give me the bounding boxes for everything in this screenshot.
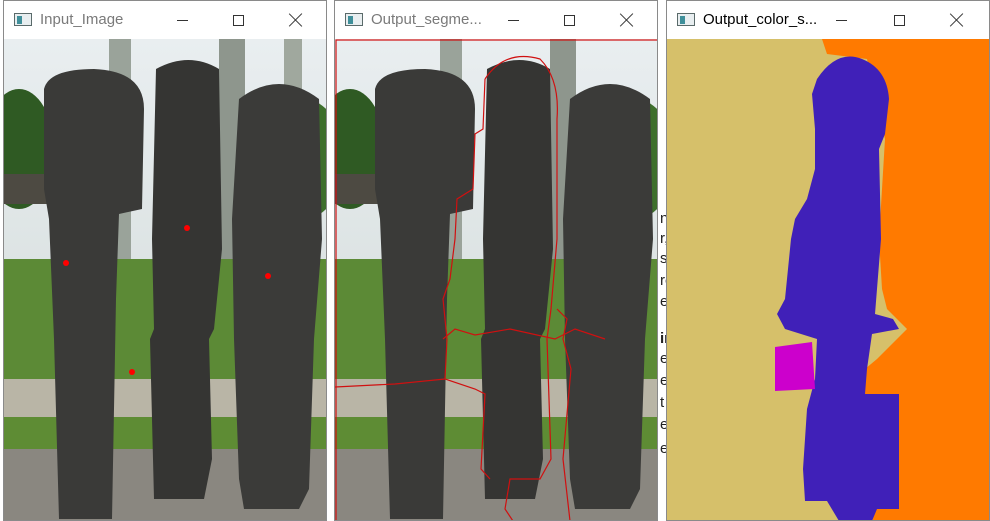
output-segmentation-canvas[interactable]: [335, 39, 657, 520]
window-app-icon: [677, 13, 695, 26]
minimize-button[interactable]: [499, 7, 527, 33]
output-color-segmentation-window[interactable]: Output_color_s...: [666, 0, 990, 521]
minimize-icon: [507, 19, 519, 21]
maximize-button[interactable]: [885, 7, 913, 33]
output-segmentation-window[interactable]: Output_segme...: [334, 0, 658, 521]
close-icon: [950, 13, 964, 27]
color-segmentation-image: [667, 39, 989, 520]
minimize-button[interactable]: [168, 7, 196, 33]
minimize-icon: [835, 19, 847, 21]
close-button[interactable]: [282, 7, 310, 33]
seed-point: [129, 369, 135, 375]
minimize-button[interactable]: [827, 7, 855, 33]
output-color-canvas[interactable]: [667, 39, 989, 520]
background-text-8: t: [660, 394, 665, 411]
input-image-canvas[interactable]: [4, 39, 326, 520]
maximize-icon: [563, 14, 575, 26]
window-title: Input_Image: [40, 11, 124, 28]
desktop: n r, s ro e ir e e t e er Input_Image: [0, 0, 990, 521]
window-title: Output_color_s...: [703, 11, 818, 28]
close-icon: [620, 13, 634, 27]
seed-point: [63, 260, 69, 266]
input-image-window[interactable]: Input_Image: [3, 0, 327, 521]
maximize-icon: [893, 14, 905, 26]
segment-magenta: [775, 342, 815, 391]
output-color-titlebar[interactable]: Output_color_s...: [667, 1, 989, 38]
maximize-button[interactable]: [224, 7, 252, 33]
minimize-icon: [176, 19, 188, 21]
output-segmentation-titlebar[interactable]: Output_segme...: [335, 1, 657, 38]
input-image: [4, 39, 326, 520]
maximize-icon: [232, 14, 244, 26]
seed-point: [265, 273, 271, 279]
window-app-icon: [345, 13, 363, 26]
close-button[interactable]: [613, 7, 641, 33]
maximize-button[interactable]: [555, 7, 583, 33]
input-image-titlebar[interactable]: Input_Image: [4, 1, 326, 38]
close-button[interactable]: [943, 7, 971, 33]
window-app-icon: [14, 13, 32, 26]
window-title: Output_segme...: [371, 11, 482, 28]
seed-point: [184, 225, 190, 231]
close-icon: [289, 13, 303, 27]
segmentation-image: [335, 39, 657, 520]
